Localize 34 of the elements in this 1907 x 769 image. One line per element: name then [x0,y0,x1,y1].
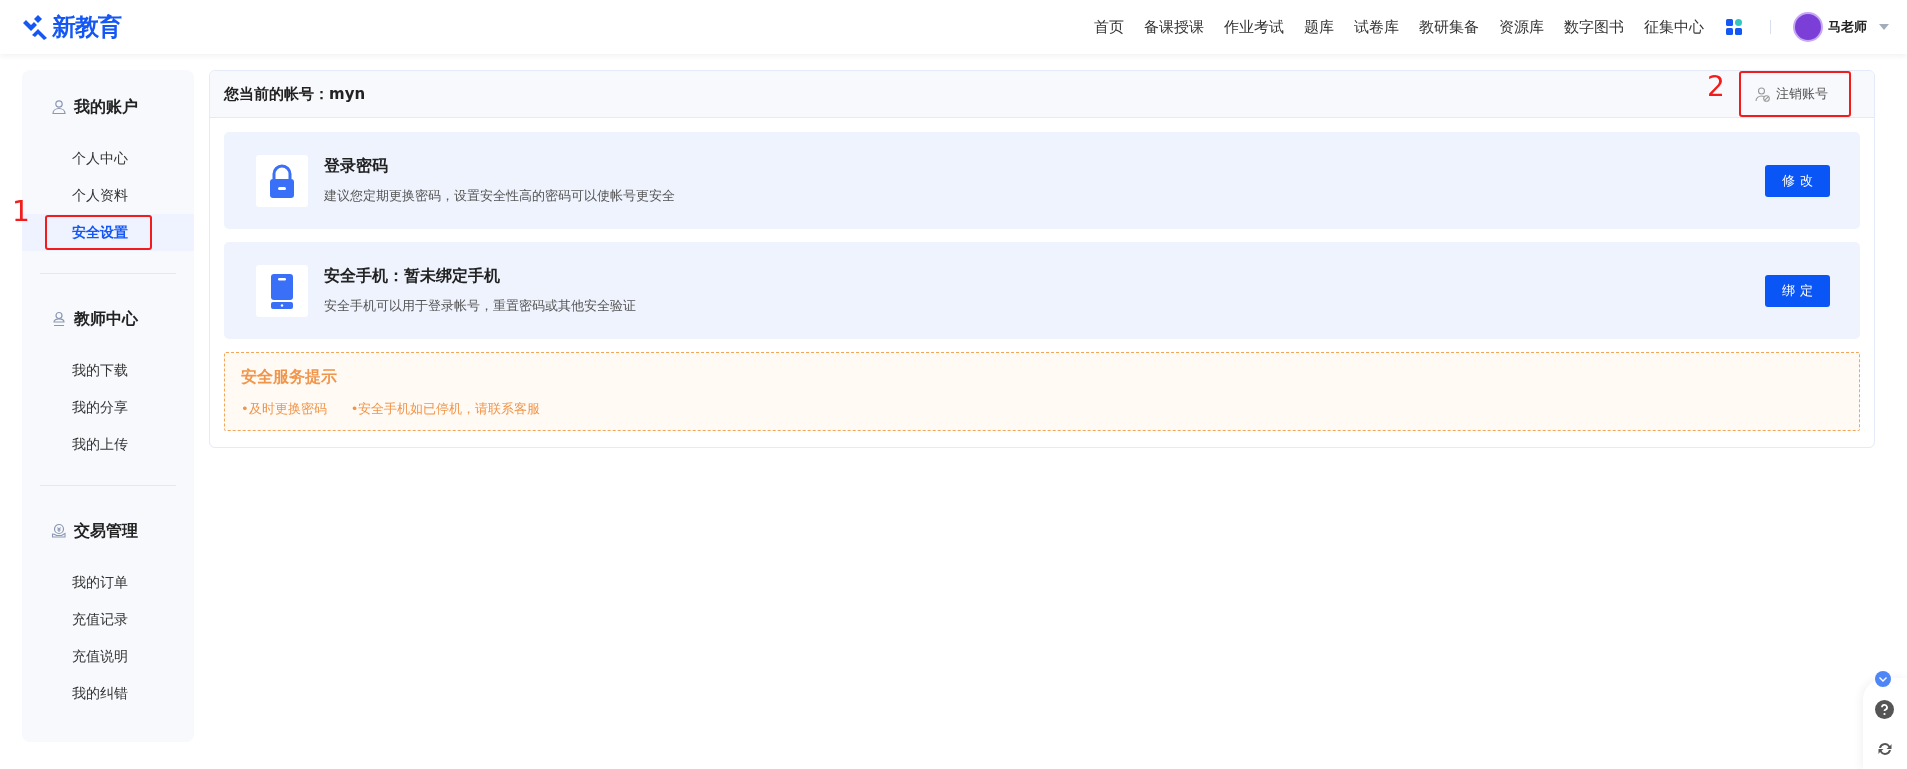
card-description: 建议您定期更换密码，设置安全性高的密码可以使帐号更安全 [324,187,675,205]
tip-item: •及时更换密码 [241,400,327,418]
nav-link[interactable]: 题库 [1294,17,1344,37]
action-button[interactable]: 修 改 [1765,164,1830,197]
sidebar-item[interactable]: 充值说明 [22,638,194,675]
nav-link[interactable]: 作业考试 [1214,17,1294,37]
sidebar-item[interactable]: 我的订单 [22,564,194,601]
sidebar-item[interactable]: 充值记录 [22,601,194,638]
sidebar-heading: 教师中心 [74,308,138,330]
user-name[interactable]: 马老师 [1828,18,1867,36]
nav-link[interactable]: 试卷库 [1344,17,1409,37]
sidebar-item[interactable]: 我的上传 [22,426,194,463]
sidebar-item[interactable]: 个人中心 [22,140,194,177]
sidebar-item[interactable]: 我的下载 [22,352,194,389]
nav-link[interactable]: 资源库 [1489,17,1554,37]
card-description: 安全手机可以用于登录帐号，重置密码或其他安全验证 [324,297,636,315]
action-button[interactable]: 绑 定 [1765,274,1830,307]
nav-link[interactable]: 征集中心 [1634,17,1714,37]
card-title: 安全手机：暂未绑定手机 [324,266,501,287]
sidebar-heading: 交易管理 [74,520,138,542]
account-label: 您当前的帐号：myn [224,84,366,104]
annotation-number: 2 [1707,73,1725,101]
tip-item: •安全手机如已停机，请联系客服 [350,400,541,418]
nav-link[interactable]: 数字图书 [1554,17,1634,37]
sidebar-item[interactable]: 我的分享 [22,389,194,426]
nav-link[interactable]: 首页 [1084,17,1134,37]
nav-link[interactable]: 备课授课 [1134,17,1214,37]
sidebar-heading: 我的账户 [74,96,138,118]
card-title: 登录密码 [324,156,389,177]
nav-link[interactable]: 教研集备 [1409,17,1489,37]
logo-text: 新教育 [52,12,121,43]
tips-title: 安全服务提示 [241,367,338,388]
sidebar-item[interactable]: 我的纠错 [22,675,194,712]
cancel-account-link[interactable]: 注销账号 [1755,85,1828,103]
